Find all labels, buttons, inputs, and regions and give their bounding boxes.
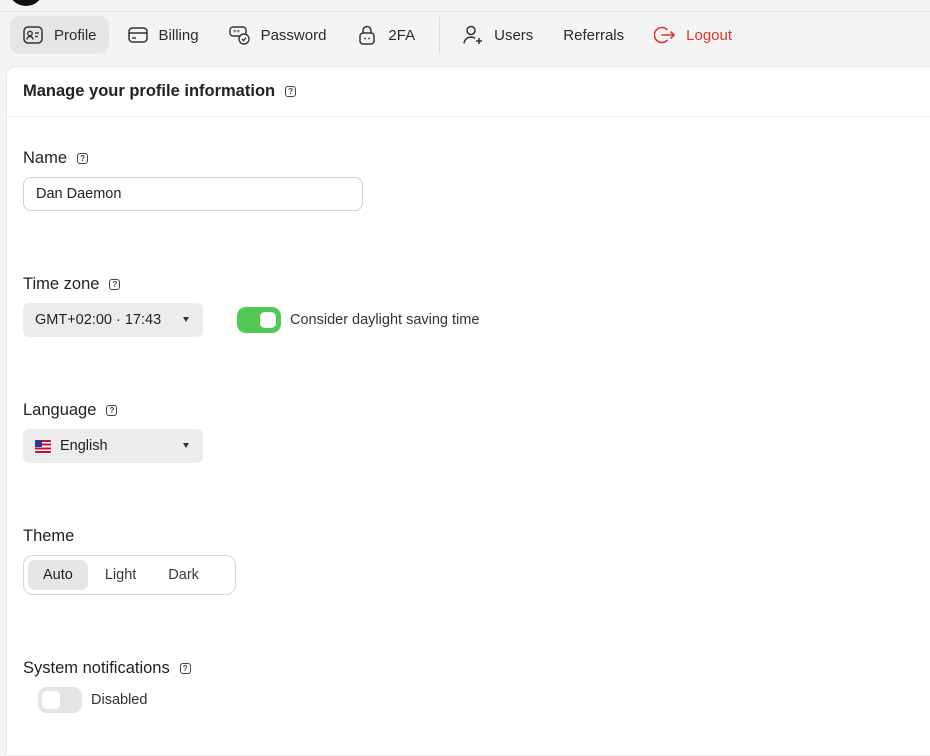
caret-down-icon [183, 443, 189, 448]
page-title: Manage your profile information [23, 82, 276, 100]
password-shield-icon: ** [228, 24, 251, 46]
timezone-selected-value: GMT+02:00 · 17:43 [35, 312, 162, 328]
help-icon[interactable]: ? [109, 279, 121, 290]
tab-label: Users [494, 26, 534, 44]
tab-divider [439, 17, 441, 53]
tab-label: Password [260, 26, 327, 44]
tab-label: Logout [686, 26, 733, 44]
tab-billing[interactable]: Billing [115, 16, 211, 54]
us-flag-icon [35, 439, 51, 453]
avatar[interactable] [8, 0, 44, 6]
tab-logout[interactable]: Logout [642, 16, 744, 54]
svg-text:**: ** [233, 29, 241, 37]
help-icon[interactable]: ? [77, 153, 89, 164]
tab-profile[interactable]: Profile [10, 16, 109, 54]
timezone-label-text: Time zone [23, 275, 100, 293]
theme-option-dark[interactable]: Dark [153, 560, 214, 590]
theme-option-light[interactable]: Light [90, 560, 151, 590]
name-label: Name ? [23, 149, 89, 168]
tab-users[interactable]: Users [450, 16, 545, 54]
notifications-label-text: System notifications [23, 659, 170, 677]
help-icon[interactable]: ? [285, 86, 297, 97]
tab-password[interactable]: ** Password [217, 16, 339, 54]
theme-option-auto[interactable]: Auto [28, 560, 88, 590]
name-label-text: Name [23, 149, 68, 167]
notifications-toggle[interactable] [38, 687, 82, 713]
credit-card-icon [127, 24, 149, 46]
add-user-icon [462, 24, 484, 46]
tab-label: 2FA [388, 26, 416, 44]
language-label-text: Language [23, 401, 97, 419]
logout-icon [654, 24, 676, 46]
timezone-select[interactable]: GMT+02:00 · 17:43 [23, 303, 203, 337]
toggle-knob [42, 691, 60, 709]
caret-down-icon [183, 317, 189, 322]
language-select[interactable]: English [23, 429, 203, 463]
lock-icon [356, 24, 378, 46]
name-field[interactable] [23, 177, 363, 211]
language-selected-value: English [60, 438, 108, 454]
tab-label: Billing [158, 26, 199, 44]
notifications-label: System notifications ? [23, 659, 191, 678]
toggle-knob [260, 312, 276, 328]
theme-label: Theme [23, 527, 74, 546]
language-label: Language ? [23, 401, 118, 420]
tab-label: Profile [54, 26, 97, 44]
notifications-status: Disabled [91, 692, 148, 708]
help-icon[interactable]: ? [106, 405, 118, 416]
dst-label: Consider daylight saving time [290, 312, 480, 328]
tab-label: Referrals [563, 26, 625, 44]
theme-switcher: Auto Light Dark [23, 555, 236, 595]
panel-header: Manage your profile information ? [7, 67, 930, 117]
top-strip [0, 0, 930, 12]
settings-tab-bar: Profile Billing ** Password 2FA Users Re… [0, 12, 930, 58]
tab-2fa[interactable]: 2FA [344, 16, 427, 54]
dst-toggle[interactable] [237, 307, 281, 333]
tab-referrals[interactable]: Referrals [551, 16, 636, 54]
profile-card-icon [22, 24, 44, 46]
theme-label-text: Theme [23, 527, 75, 545]
help-icon[interactable]: ? [179, 663, 191, 674]
profile-panel: Manage your profile information ? Name ?… [6, 66, 930, 756]
timezone-label: Time zone ? [23, 275, 121, 294]
